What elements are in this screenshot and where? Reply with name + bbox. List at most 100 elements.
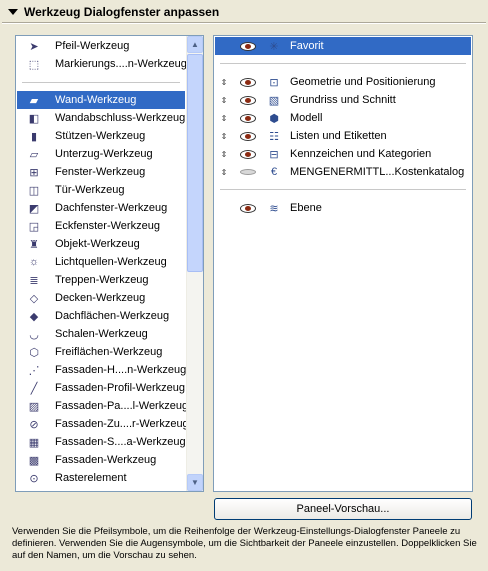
tool-list-item[interactable]: ☼ Lichtquellen-Werkzeug bbox=[17, 253, 185, 271]
tool-list-item-label: Dachflächen-Werkzeug bbox=[55, 310, 170, 322]
visibility-eye-icon[interactable] bbox=[237, 95, 259, 105]
tool-list-item[interactable]: ▨ Fassaden-Pa....l-Werkzeug bbox=[17, 397, 189, 415]
header-divider bbox=[2, 22, 486, 24]
tool-list-item[interactable]: ⊞ Fenster-Werkzeug bbox=[17, 163, 185, 181]
panel-list-item-label: Favorit bbox=[290, 40, 324, 52]
tool-list[interactable]: ➤ Pfeil-Werkzeug ⬚ Markierungs....n-Werkzeu… bbox=[15, 35, 204, 492]
collapse-triangle-icon[interactable] bbox=[8, 9, 18, 15]
panel-list-item-label: Geometrie und Positionierung bbox=[290, 76, 436, 88]
arrow-pointer-icon: ➤ bbox=[29, 40, 39, 53]
tool-list-scrollbar[interactable]: ▲ ▼ bbox=[186, 36, 203, 491]
panel-list-item-label: Modell bbox=[290, 112, 323, 124]
layers-icon: ≋ bbox=[269, 202, 279, 215]
panel-item-ebene[interactable]: ≋ Ebene bbox=[215, 199, 471, 217]
visibility-eye-icon[interactable] bbox=[237, 113, 259, 123]
tool-list-item-label: Wand-Werkzeug bbox=[55, 94, 137, 106]
favorite-star-icon: ✳ bbox=[269, 40, 279, 53]
marquee-icon: ⬚ bbox=[28, 58, 40, 71]
panel-list-item-label: Ebene bbox=[290, 202, 322, 214]
tool-list-item-label: Stützen-Werkzeug bbox=[55, 130, 146, 142]
tool-list-item-label: Fenster-Werkzeug bbox=[55, 166, 146, 178]
tool-list-item-label: Freiflächen-Werkzeug bbox=[55, 346, 163, 358]
tool-list-item[interactable]: ⋰ Fassaden-H....n-Werkzeug bbox=[17, 361, 187, 379]
tool-list-item[interactable]: ▮ Stützen-Werkzeug bbox=[17, 127, 185, 145]
tool-list-item-label: Dachfenster-Werkzeug bbox=[55, 202, 168, 214]
tool-list-item[interactable]: ▰ Wand-Werkzeug bbox=[17, 91, 185, 109]
tool-list-item-label: Markierungs....n-Werkzeug bbox=[55, 58, 187, 70]
reorder-arrows-icon[interactable]: ⇕ bbox=[219, 132, 229, 141]
tool-list-item[interactable]: ⬡ Freiflächen-Werkzeug bbox=[17, 343, 185, 361]
stair-icon: ≣ bbox=[29, 274, 39, 287]
tool-list-item-label: Rasterelement bbox=[55, 472, 127, 484]
scroll-up-button[interactable]: ▲ bbox=[187, 36, 203, 53]
visibility-eye-icon[interactable] bbox=[237, 169, 259, 175]
tool-list-item-label: Fassaden-H....n-Werkzeug bbox=[55, 364, 187, 376]
tool-list-item[interactable]: ≣ Treppen-Werkzeug bbox=[17, 271, 185, 289]
curtain-grid-icon: ▩ bbox=[28, 454, 40, 467]
scroll-down-button[interactable]: ▼ bbox=[187, 474, 203, 491]
panel-list[interactable]: ✳ Favorit ⇕ ⊡ Geometrie und Positionierung ⇕ ▧… bbox=[213, 35, 473, 492]
tool-list-item-label: Pfeil-Werkzeug bbox=[55, 40, 130, 52]
window-icon: ⊞ bbox=[29, 166, 39, 179]
tool-list-item-label: Fassaden-Werkzeug bbox=[55, 454, 157, 466]
tool-list-item-label: Eckfenster-Werkzeug bbox=[55, 220, 160, 232]
panel-list-item-label: Kennzeichen und Kategorien bbox=[290, 148, 432, 160]
tool-list-item[interactable]: ◇ Decken-Werkzeug bbox=[17, 289, 185, 307]
tool-list-item[interactable]: ▩ Fassaden-Werkzeug bbox=[17, 451, 185, 469]
curtain-panel-icon: ▨ bbox=[28, 400, 40, 413]
visibility-eye-icon[interactable] bbox=[237, 203, 259, 213]
panel-list-item[interactable]: ⇕ ⊡ Geometrie und Positionierung bbox=[215, 73, 471, 91]
panel-item-favorit[interactable]: ✳ Favorit bbox=[215, 37, 471, 55]
panel-preview-button[interactable]: Paneel-Vorschau... bbox=[214, 498, 472, 520]
reorder-arrows-icon[interactable]: ⇕ bbox=[219, 78, 229, 87]
tool-list-item-label: Objekt-Werkzeug bbox=[55, 238, 140, 250]
shell-icon: ◡ bbox=[29, 328, 39, 341]
tool-list-item[interactable]: ◲ Eckfenster-Werkzeug bbox=[17, 217, 185, 235]
tool-list-item[interactable]: ◩ Dachfenster-Werkzeug bbox=[17, 199, 185, 217]
tool-list-item[interactable]: ♜ Objekt-Werkzeug bbox=[17, 235, 185, 253]
lamp-icon: ☼ bbox=[28, 256, 40, 268]
visibility-eye-icon[interactable] bbox=[237, 41, 259, 51]
floorplan-icon: ▧ bbox=[268, 94, 280, 107]
panel-header[interactable]: Werkzeug Dialogfenster anpassen bbox=[0, 0, 488, 24]
tool-list-item[interactable]: ◧ Wandabschluss-Werkzeug bbox=[17, 109, 185, 127]
skylight-icon: ◩ bbox=[28, 202, 40, 215]
panel-list-item-label: Listen und Etiketten bbox=[290, 130, 387, 142]
visibility-eye-icon[interactable] bbox=[237, 77, 259, 87]
tool-list-item[interactable]: ╱ Fassaden-Profil-Werkzeug bbox=[17, 379, 185, 397]
scroll-thumb[interactable] bbox=[187, 54, 203, 272]
tool-list-item[interactable]: ▦ Fassaden-S....a-Werkzeug bbox=[17, 433, 186, 451]
reorder-arrows-icon[interactable]: ⇕ bbox=[219, 168, 229, 177]
reorder-arrows-icon[interactable]: ⇕ bbox=[219, 114, 229, 123]
tool-list-item-label: Fassaden-Zu....r-Werkzeug bbox=[55, 418, 189, 430]
tool-list-item-label: Decken-Werkzeug bbox=[55, 292, 146, 304]
reorder-arrows-icon[interactable]: ⇕ bbox=[219, 150, 229, 159]
tool-list-item[interactable]: ▱ Unterzug-Werkzeug bbox=[17, 145, 185, 163]
curtain-scheme-icon: ▦ bbox=[28, 436, 40, 449]
panel-list-item[interactable]: ⇕ ⊟ Kennzeichen und Kategorien bbox=[215, 145, 471, 163]
eye-open-icon bbox=[240, 95, 256, 105]
tool-list-item[interactable]: ➤ Pfeil-Werkzeug bbox=[17, 37, 185, 55]
roof-icon: ◆ bbox=[29, 310, 39, 323]
panel-list-item[interactable]: ⇕ ▧ Grundriss und Schnitt bbox=[215, 91, 471, 109]
panel-list-item[interactable]: ⇕ € MENGENERMITTL...Kostenkatalog bbox=[215, 163, 471, 181]
tool-list-item[interactable]: ◡ Schalen-Werkzeug bbox=[17, 325, 185, 343]
tool-list-item[interactable]: ◫ Tür-Werkzeug bbox=[17, 181, 185, 199]
panel-list-item[interactable]: ⇕ ⬢ Modell bbox=[215, 109, 471, 127]
panel-list-item[interactable]: ⇕ ☷ Listen und Etiketten bbox=[215, 127, 471, 145]
tool-list-item[interactable]: ◆ Dachflächen-Werkzeug bbox=[17, 307, 185, 325]
tool-list-item[interactable]: ⊙ Rasterelement bbox=[17, 469, 185, 487]
reorder-arrows-icon[interactable]: ⇕ bbox=[219, 96, 229, 105]
eye-open-icon bbox=[240, 77, 256, 87]
visibility-eye-icon[interactable] bbox=[237, 149, 259, 159]
cost-catalog-icon: € bbox=[270, 166, 278, 178]
listing-icon: ☷ bbox=[269, 130, 279, 143]
tool-list-item[interactable]: ⊘ Fassaden-Zu....r-Werkzeug bbox=[17, 415, 188, 433]
tool-list-item-label: Wandabschluss-Werkzeug bbox=[55, 112, 186, 124]
corner-window-icon: ◲ bbox=[28, 220, 40, 233]
visibility-eye-icon[interactable] bbox=[237, 131, 259, 141]
tool-list-item[interactable]: ⬚ Markierungs....n-Werkzeug bbox=[17, 55, 187, 73]
eye-open-icon bbox=[240, 149, 256, 159]
grid-element-icon: ⊙ bbox=[29, 472, 39, 485]
tool-list-item-label: Fassaden-Pa....l-Werkzeug bbox=[55, 400, 189, 412]
